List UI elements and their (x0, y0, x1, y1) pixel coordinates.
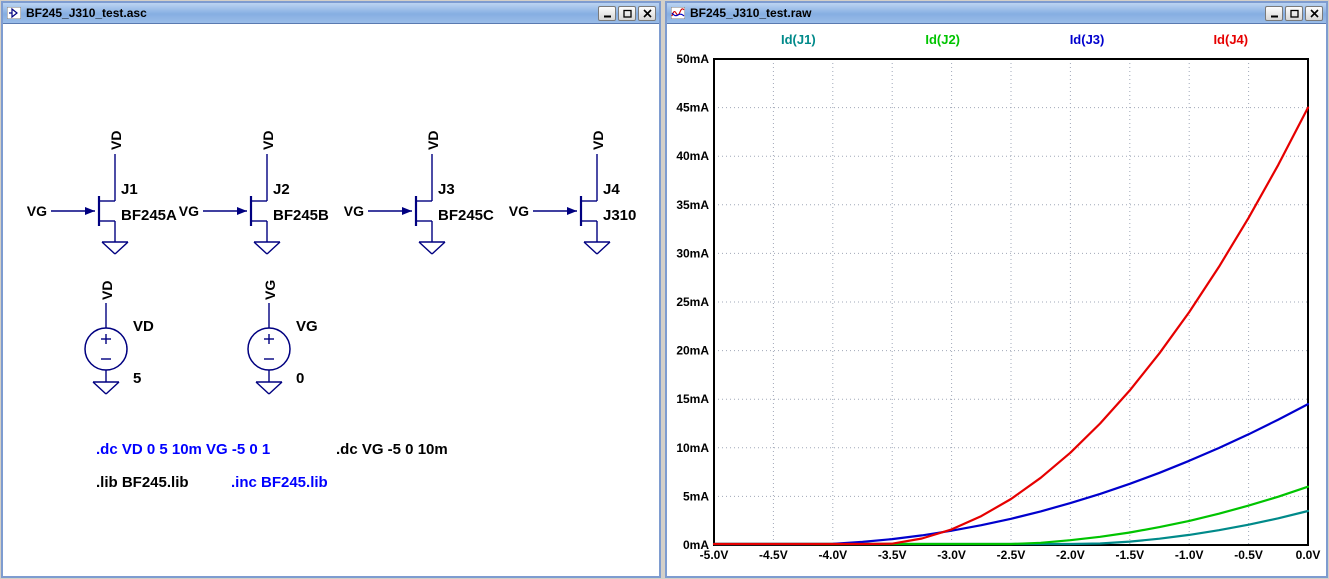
ground-symbol[interactable] (584, 242, 610, 254)
jfet-model-label[interactable]: BF245C (438, 207, 494, 224)
x-tick-label: -3.5V (878, 548, 907, 562)
x-tick-label: -0.5V (1234, 548, 1263, 562)
ground-symbol[interactable] (93, 382, 119, 394)
net-label-drain[interactable]: VD (425, 131, 441, 150)
x-tick-label: -1.5V (1115, 548, 1144, 562)
source-value-label[interactable]: 5 (133, 370, 141, 387)
ground-symbol[interactable] (102, 242, 128, 254)
x-tick-label: -4.5V (759, 548, 788, 562)
voltage-source-VG[interactable]: VG VG 0 (248, 280, 318, 394)
waveform-plot: -5.0V-4.5V-4.0V-3.5V-3.0V-2.5V-2.0V-1.5V… (667, 24, 1326, 576)
gate-arrow-icon (237, 207, 247, 215)
voltage-source-VD[interactable]: VD VD 5 (85, 281, 154, 394)
source-name-label[interactable]: VD (133, 318, 154, 335)
schematic-window-buttons (598, 6, 656, 21)
x-tick-label: -4.0V (818, 548, 847, 562)
plot-grid (714, 59, 1308, 545)
net-label-VD[interactable]: VD (99, 281, 115, 300)
schematic-icon (6, 6, 22, 20)
y-tick-label: 10mA (676, 441, 709, 455)
legend-Id(J1)[interactable]: Id(J1) (781, 32, 816, 47)
close-button[interactable] (1305, 6, 1323, 21)
x-tick-label: -2.5V (997, 548, 1026, 562)
x-tick-label: -2.0V (1056, 548, 1085, 562)
net-label-gate[interactable]: VG (509, 203, 529, 219)
schematic-title: BF245_J310_test.asc (26, 6, 594, 20)
jfet-symbol-J3[interactable]: VD VG J3 BF245C (344, 131, 494, 254)
net-label-gate[interactable]: VG (27, 203, 47, 219)
source-name-label[interactable]: VG (296, 318, 318, 335)
jfet-symbol-J2[interactable]: VD VG J2 BF245B (179, 131, 329, 254)
y-tick-label: 25mA (676, 295, 709, 309)
spice-directive[interactable]: .lib BF245.lib (96, 474, 189, 491)
spice-directive[interactable]: .dc VG -5 0 10m (336, 441, 448, 458)
maximize-button[interactable] (618, 6, 636, 21)
jfet-ref-label[interactable]: J4 (603, 181, 620, 198)
net-label-drain[interactable]: VD (108, 131, 124, 150)
schematic-canvas[interactable]: VD VG J1 BF245A VD VG J2 BF245B VD VG J3 BF245C VD VG… (3, 24, 659, 576)
gate-arrow-icon (85, 207, 95, 215)
waveform-canvas[interactable]: -5.0V-4.5V-4.0V-3.5V-3.0V-2.5V-2.0V-1.5V… (667, 24, 1326, 576)
minimize-button[interactable] (598, 6, 616, 21)
net-label-drain[interactable]: VD (260, 131, 276, 150)
waveform-titlebar[interactable]: BF245_J310_test.raw (667, 3, 1326, 24)
legend-Id(J3)[interactable]: Id(J3) (1070, 32, 1105, 47)
jfet-model-label[interactable]: BF245A (121, 207, 177, 224)
y-tick-label: 50mA (676, 52, 709, 66)
waveform-window-buttons (1265, 6, 1323, 21)
legend-Id(J4)[interactable]: Id(J4) (1213, 32, 1248, 47)
y-tick-label: 20mA (676, 344, 709, 358)
y-tick-label: 45mA (676, 101, 709, 115)
jfet-symbol-J4[interactable]: VD VG J4 J310 (509, 131, 637, 254)
ground-symbol[interactable] (254, 242, 280, 254)
net-label-drain[interactable]: VD (590, 131, 606, 150)
x-tick-label: -1.0V (1175, 548, 1204, 562)
schematic-drawing: VD VG J1 BF245A VD VG J2 BF245B VD VG J3 BF245C VD VG… (3, 24, 659, 576)
waveform-window: BF245_J310_test.raw -5.0V-4.5V-4.0V-3.5V… (665, 1, 1328, 578)
spice-directive[interactable]: .dc VD 0 5 10m VG -5 0 1 (96, 441, 270, 458)
waveform-icon (670, 6, 686, 20)
schematic-window: BF245_J310_test.asc VD VG J1 BF245A VD VG J2 BF… (1, 1, 661, 578)
gate-arrow-icon (567, 207, 577, 215)
ground-symbol[interactable] (256, 382, 282, 394)
x-tick-label: 0.0V (1296, 548, 1321, 562)
x-tick-label: -3.0V (937, 548, 966, 562)
jfet-model-label[interactable]: BF245B (273, 207, 329, 224)
gate-arrow-icon (402, 207, 412, 215)
waveform-title: BF245_J310_test.raw (690, 6, 1261, 20)
y-tick-label: 35mA (676, 198, 709, 212)
jfet-ref-label[interactable]: J1 (121, 181, 138, 198)
close-button[interactable] (638, 6, 656, 21)
jfet-symbol-J1[interactable]: VD VG J1 BF245A (27, 131, 177, 254)
spice-directive[interactable]: .inc BF245.lib (231, 474, 328, 491)
ground-symbol[interactable] (419, 242, 445, 254)
y-tick-label: 5mA (683, 489, 709, 503)
schematic-titlebar[interactable]: BF245_J310_test.asc (3, 3, 659, 24)
jfet-ref-label[interactable]: J2 (273, 181, 290, 198)
jfet-ref-label[interactable]: J3 (438, 181, 455, 198)
net-label-VG[interactable]: VG (262, 280, 278, 300)
y-tick-label: 0mA (683, 538, 709, 552)
net-label-gate[interactable]: VG (344, 203, 364, 219)
y-tick-label: 15mA (676, 392, 709, 406)
source-value-label[interactable]: 0 (296, 370, 304, 387)
y-tick-label: 30mA (676, 246, 709, 260)
y-tick-label: 40mA (676, 149, 709, 163)
jfet-model-label[interactable]: J310 (603, 207, 636, 224)
minimize-button[interactable] (1265, 6, 1283, 21)
legend-Id(J2)[interactable]: Id(J2) (925, 32, 960, 47)
maximize-button[interactable] (1285, 6, 1303, 21)
trace-Id(J4) (714, 108, 1308, 544)
net-label-gate[interactable]: VG (179, 203, 199, 219)
ltspice-desktop: BF245_J310_test.asc VD VG J1 BF245A VD VG J2 BF… (0, 0, 1329, 579)
